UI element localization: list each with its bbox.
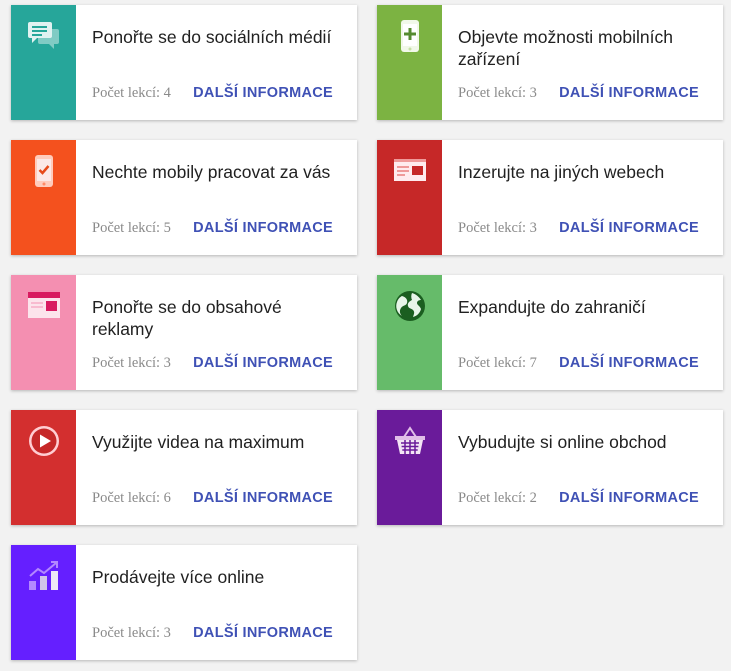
course-grid: Ponořte se do sociálních médií Počet lek… (11, 5, 723, 665)
card-footer: Počet lekcí: 3 DALŠÍ INFORMACE (92, 355, 333, 372)
course-title: Využijte videa na maximum (92, 432, 305, 452)
lesson-count: Počet lekcí: 6 (92, 490, 171, 506)
course-title: Prodávejte více online (92, 567, 265, 587)
lesson-count: Počet lekcí: 2 (458, 490, 537, 506)
lesson-count: Počet lekcí: 5 (92, 220, 171, 236)
card-color-stripe (377, 140, 442, 255)
growth-chart-icon (27, 559, 61, 593)
card-footer: Počet lekcí: 7 DALŠÍ INFORMACE (458, 355, 699, 372)
browser-ad-icon (393, 154, 427, 188)
course-card: Nechte mobily pracovat za vás Počet lekc… (11, 140, 357, 255)
card-footer: Počet lekcí: 3 DALŠÍ INFORMACE (92, 625, 333, 642)
card-body: Nechte mobily pracovat za vás Počet lekc… (76, 140, 357, 255)
course-card: Inzerujte na jiných webech Počet lekcí: … (377, 140, 723, 255)
course-card: Expandujte do zahraničí Počet lekcí: 7 D… (377, 275, 723, 390)
card-color-stripe (377, 275, 442, 390)
card-color-stripe (11, 410, 76, 525)
more-info-link[interactable]: DALŠÍ INFORMACE (193, 355, 333, 371)
course-title: Ponořte se do obsahové reklamy (92, 297, 282, 339)
lesson-count: Počet lekcí: 3 (458, 220, 537, 236)
mobile-plus-icon (393, 19, 427, 53)
display-ad-icon (27, 289, 61, 323)
card-footer: Počet lekcí: 3 DALŠÍ INFORMACE (458, 85, 699, 102)
lesson-count: Počet lekcí: 3 (92, 355, 171, 371)
course-card: Vybudujte si online obchod Počet lekcí: … (377, 410, 723, 525)
card-body: Expandujte do zahraničí Počet lekcí: 7 D… (442, 275, 723, 390)
course-title: Nechte mobily pracovat za vás (92, 162, 331, 182)
card-color-stripe (11, 5, 76, 120)
course-title: Objevte možnosti mobilních zařízení (458, 27, 673, 69)
lesson-count: Počet lekcí: 3 (458, 85, 537, 101)
card-body: Ponořte se do obsahové reklamy Počet lek… (76, 275, 357, 390)
mobile-check-icon (27, 154, 61, 188)
more-info-link[interactable]: DALŠÍ INFORMACE (193, 490, 333, 506)
more-info-link[interactable]: DALŠÍ INFORMACE (559, 85, 699, 101)
more-info-link[interactable]: DALŠÍ INFORMACE (193, 85, 333, 101)
course-title: Vybudujte si online obchod (458, 432, 667, 452)
lesson-count: Počet lekcí: 4 (92, 85, 171, 101)
course-card: Využijte videa na maximum Počet lekcí: 6… (11, 410, 357, 525)
shopping-basket-icon (393, 424, 427, 458)
chat-bubbles-icon (27, 19, 61, 53)
course-title: Inzerujte na jiných webech (458, 162, 665, 182)
card-footer: Počet lekcí: 4 DALŠÍ INFORMACE (92, 85, 333, 102)
card-color-stripe (11, 275, 76, 390)
card-body: Inzerujte na jiných webech Počet lekcí: … (442, 140, 723, 255)
course-title: Ponořte se do sociálních médií (92, 27, 332, 47)
card-body: Objevte možnosti mobilních zařízení Poče… (442, 5, 723, 120)
card-footer: Počet lekcí: 5 DALŠÍ INFORMACE (92, 220, 333, 237)
course-card: Prodávejte více online Počet lekcí: 3 DA… (11, 545, 357, 660)
card-body: Využijte videa na maximum Počet lekcí: 6… (76, 410, 357, 525)
card-color-stripe (377, 5, 442, 120)
card-body: Ponořte se do sociálních médií Počet lek… (76, 5, 357, 120)
lesson-count: Počet lekcí: 7 (458, 355, 537, 371)
more-info-link[interactable]: DALŠÍ INFORMACE (193, 220, 333, 236)
course-card: Ponořte se do obsahové reklamy Počet lek… (11, 275, 357, 390)
card-color-stripe (377, 410, 442, 525)
more-info-link[interactable]: DALŠÍ INFORMACE (193, 625, 333, 641)
card-footer: Počet lekcí: 3 DALŠÍ INFORMACE (458, 220, 699, 237)
course-card: Ponořte se do sociálních médií Počet lek… (11, 5, 357, 120)
card-body: Prodávejte více online Počet lekcí: 3 DA… (76, 545, 357, 660)
more-info-link[interactable]: DALŠÍ INFORMACE (559, 220, 699, 236)
card-footer: Počet lekcí: 2 DALŠÍ INFORMACE (458, 490, 699, 507)
more-info-link[interactable]: DALŠÍ INFORMACE (559, 355, 699, 371)
card-body: Vybudujte si online obchod Počet lekcí: … (442, 410, 723, 525)
card-color-stripe (11, 140, 76, 255)
course-title: Expandujte do zahraničí (458, 297, 646, 317)
globe-icon (393, 289, 427, 323)
more-info-link[interactable]: DALŠÍ INFORMACE (559, 490, 699, 506)
play-video-icon (27, 424, 61, 458)
course-card: Objevte možnosti mobilních zařízení Poče… (377, 5, 723, 120)
lesson-count: Počet lekcí: 3 (92, 625, 171, 641)
card-color-stripe (11, 545, 76, 660)
card-footer: Počet lekcí: 6 DALŠÍ INFORMACE (92, 490, 333, 507)
